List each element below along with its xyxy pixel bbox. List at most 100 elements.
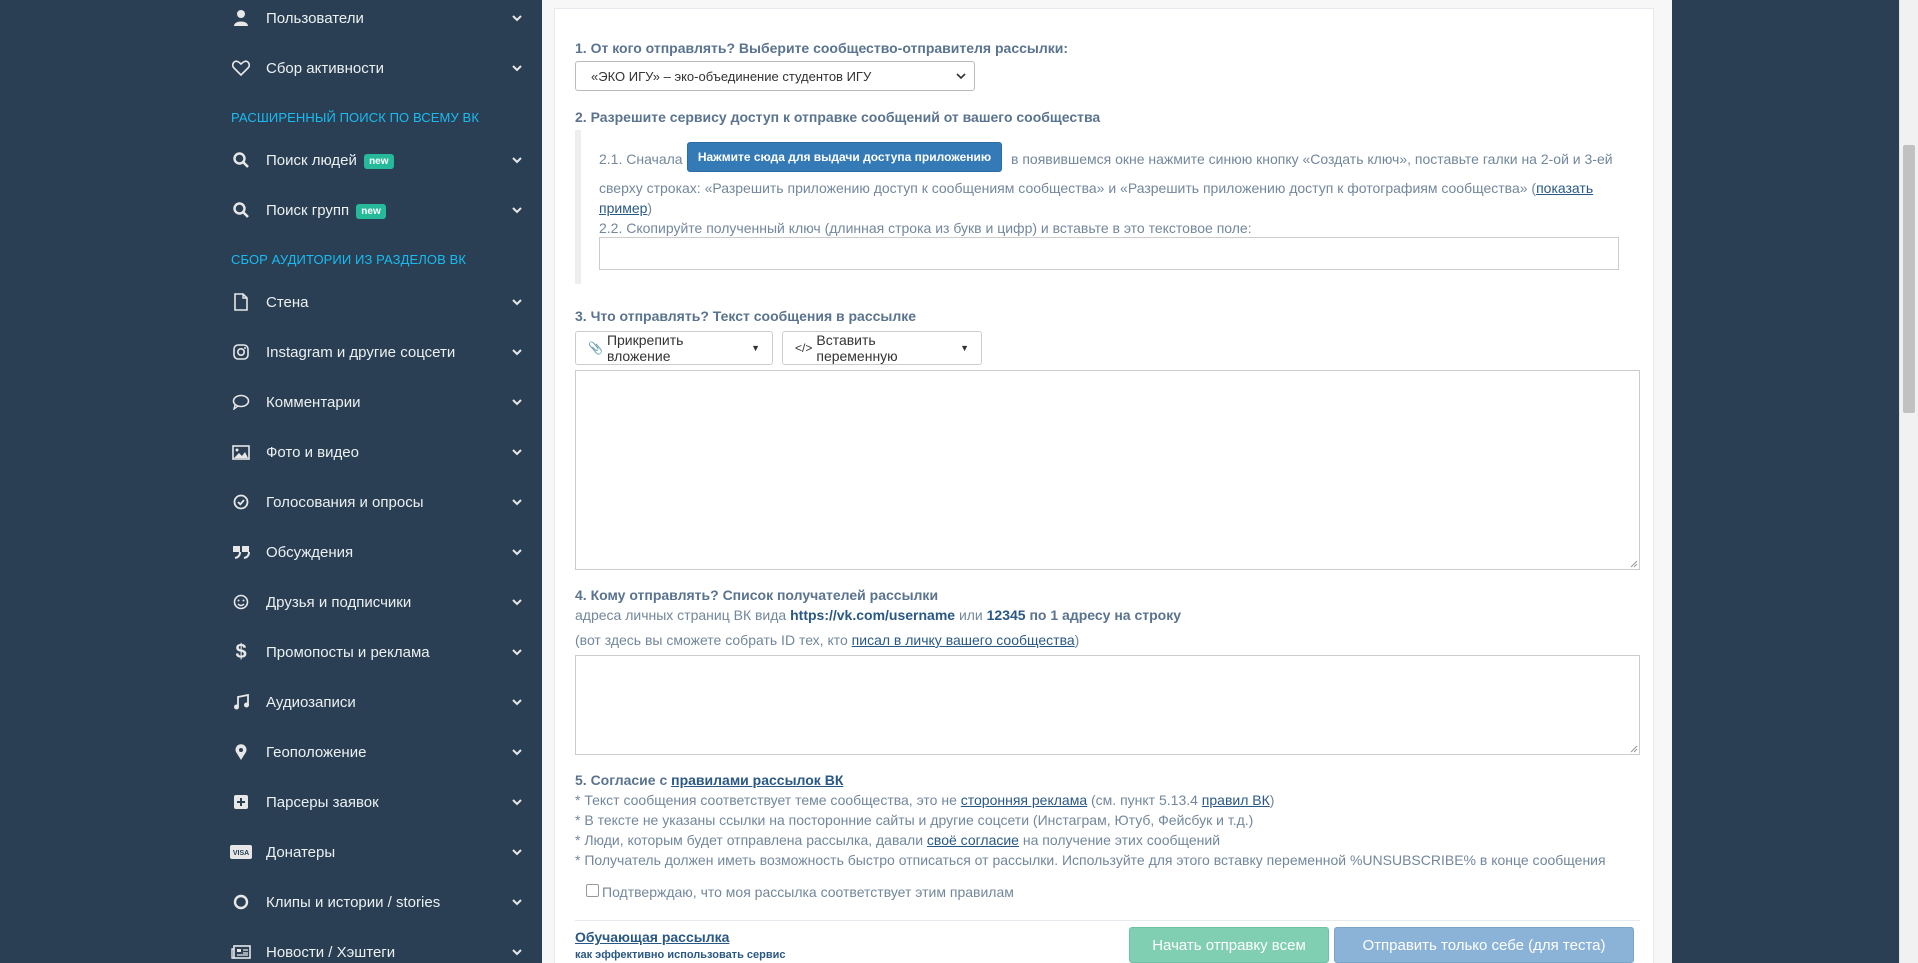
step4-hint-id: 12345 — [986, 607, 1026, 623]
sender-selected-value: «ЭКО ИГУ» – эко-объединение студентов ИГ… — [591, 68, 872, 84]
chevron-down-icon — [512, 599, 522, 606]
show-example-link[interactable]: показать — [1536, 180, 1593, 196]
sidebar-item-comments[interactable]: Комментарии — [230, 382, 530, 422]
svg-text:VISA: VISA — [233, 850, 249, 857]
chevron-down-icon — [512, 499, 522, 506]
chevron-down-icon — [512, 15, 522, 22]
chevron-down-icon — [512, 949, 522, 956]
paren-close: ) — [647, 200, 653, 216]
search-icon — [230, 199, 252, 221]
send-self-test-button[interactable]: Отправить только себе (для теста) — [1334, 927, 1634, 963]
step5-title-a: 5. Согласие с — [575, 772, 668, 788]
chevron-down-icon — [512, 65, 522, 72]
step4-note: (вот здесь вы сможете собрать ID тех, кт… — [575, 632, 1079, 648]
step3-title: 3. Что отправлять? Текст сообщения в рас… — [575, 308, 917, 324]
new-badge: new — [356, 203, 386, 219]
sidebar-item-users[interactable]: Пользователи — [230, 0, 530, 38]
scrollbar-thumb[interactable] — [1903, 145, 1915, 413]
rule3-b: на получение этих сообщений — [1022, 832, 1221, 848]
sidebar-item-friends[interactable]: Друзья и подписчики — [230, 582, 530, 622]
sidebar-item-activity[interactable]: Сбор активности — [230, 48, 530, 88]
rule1-c: ) — [1269, 792, 1275, 808]
message-textarea[interactable] — [575, 370, 1640, 570]
recipients-textarea[interactable] — [575, 655, 1640, 755]
instagram-icon — [230, 341, 252, 363]
sidebar-item-promo[interactable]: $ Промопосты и реклама — [230, 632, 530, 672]
confirm-rules-label: Подтверждаю, что моя рассылка соответств… — [602, 884, 1014, 900]
sidebar-item-people-search[interactable]: Поиск людей new — [230, 140, 530, 180]
check-circle-icon — [230, 491, 252, 513]
sidebar-item-label: Промопосты и реклама — [266, 643, 430, 661]
caret-down-icon: ▼ — [751, 343, 760, 353]
tutorial-mailing-link[interactable]: Обучающая рассылка — [575, 929, 729, 945]
insert-variable-button[interactable]: </> Вставить переменную ▼ — [782, 331, 982, 365]
chevron-down-icon — [956, 73, 966, 80]
chevron-down-icon — [512, 849, 522, 856]
confirm-rules-checkbox[interactable] — [586, 884, 599, 897]
chevron-down-icon — [512, 699, 522, 706]
chevron-down-icon — [512, 649, 522, 656]
music-icon — [230, 691, 252, 713]
sidebar-item-instagram[interactable]: Instagram и другие соцсети — [230, 332, 530, 372]
vk-rules-link[interactable]: правил ВК — [1202, 792, 1270, 808]
start-send-all-button[interactable]: Начать отправку всем — [1129, 927, 1329, 963]
vk-mailing-rules-link[interactable]: правилами рассылок ВК — [671, 772, 843, 788]
chevron-down-icon — [512, 899, 522, 906]
step21-line2-text: сверху строках: «Разрешить приложению до… — [599, 180, 1537, 196]
sidebar-item-label: Голосования и опросы — [266, 493, 424, 511]
access-key-input[interactable] — [599, 237, 1619, 270]
resize-handle-icon[interactable] — [1628, 743, 1638, 753]
chevron-down-icon — [512, 399, 522, 406]
sidebar-item-polls[interactable]: Голосования и опросы — [230, 482, 530, 522]
sidebar-item-wall[interactable]: Стена — [230, 282, 530, 322]
sidebar-item-label: Обсуждения — [266, 543, 354, 561]
step21-line3: пример) — [599, 200, 652, 216]
resize-handle-icon[interactable] — [1628, 558, 1638, 568]
step4-hint-or: или — [958, 607, 983, 623]
show-example-link-cont[interactable]: пример — [599, 200, 647, 216]
rule1-b: (см. пункт 5.13.4 — [1091, 792, 1198, 808]
sender-community-select[interactable]: «ЭКО ИГУ» – эко-объединение студентов ИГ… — [575, 61, 975, 91]
sidebar-item-clips[interactable]: Клипы и истории / stories — [230, 882, 530, 922]
page-scrollbar[interactable] — [1899, 0, 1918, 963]
sidebar-item-geo[interactable]: Геоположение — [230, 732, 530, 772]
step4-hint-end: по 1 адресу на строку — [1029, 607, 1182, 623]
grant-access-button[interactable]: Нажмите сюда для выдачи доступа приложен… — [687, 142, 1002, 172]
footer-divider — [575, 920, 1640, 921]
smile-icon — [230, 591, 252, 613]
visa-icon: VISA — [230, 841, 252, 863]
sidebar-item-donors[interactable]: VISA Донатеры — [230, 832, 530, 872]
paperclip-icon: 📎 — [588, 341, 603, 355]
step5-title: 5. Согласие с правилами рассылок ВК — [575, 772, 843, 788]
sidebar-item-label: Геоположение — [266, 743, 367, 761]
sidebar-item-audio[interactable]: Аудиозаписи — [230, 682, 530, 722]
sidebar-item-requests[interactable]: Парсеры заявок — [230, 782, 530, 822]
step4-hint-url: https://vk.com/username — [790, 607, 956, 623]
step4-note-b: ) — [1074, 632, 1080, 648]
step21-suffix: в появившемся окне нажмите синюю кнопку … — [1011, 151, 1613, 167]
step4-hint: адреса личных страниц ВК вида https://vk… — [575, 607, 1181, 623]
chevron-down-icon — [512, 549, 522, 556]
sidebar-item-photo-video[interactable]: Фото и видео — [230, 432, 530, 472]
third-party-ads-link[interactable]: сторонняя реклама — [961, 792, 1087, 808]
attach-button-label: Прикрепить вложение — [606, 332, 684, 364]
sidebar-item-label: Парсеры заявок — [266, 793, 379, 811]
sidebar-item-label: Друзья и подписчики — [266, 593, 412, 611]
map-marker-icon — [230, 741, 252, 763]
new-badge: new — [364, 153, 394, 169]
sidebar-item-news[interactable]: Новости / Хэштеги — [230, 932, 530, 963]
sidebar-item-discussions[interactable]: Обсуждения — [230, 532, 530, 572]
sidebar-item-label: Фото и видео — [266, 443, 359, 461]
section-title-search: РАСШИРЕННЫЙ ПОИСК ПО ВСЕМУ ВК — [231, 110, 479, 125]
newspaper-icon — [230, 941, 252, 963]
sidebar-item-label: Комментарии — [266, 393, 361, 411]
attach-button[interactable]: 📎 Прикрепить вложение ▼ — [575, 331, 773, 365]
inbox-writers-link[interactable]: писал в личку вашего сообщества — [852, 632, 1075, 648]
image-icon — [230, 441, 252, 463]
step2-blockquote-border — [575, 130, 581, 284]
rule-3: * Люди, которым будет отправлена рассылк… — [575, 832, 1220, 848]
own-consent-link[interactable]: своё согласие — [927, 832, 1019, 848]
dollar-icon: $ — [235, 640, 247, 663]
chevron-down-icon — [512, 749, 522, 756]
sidebar-item-group-search[interactable]: Поиск групп new — [230, 190, 530, 230]
